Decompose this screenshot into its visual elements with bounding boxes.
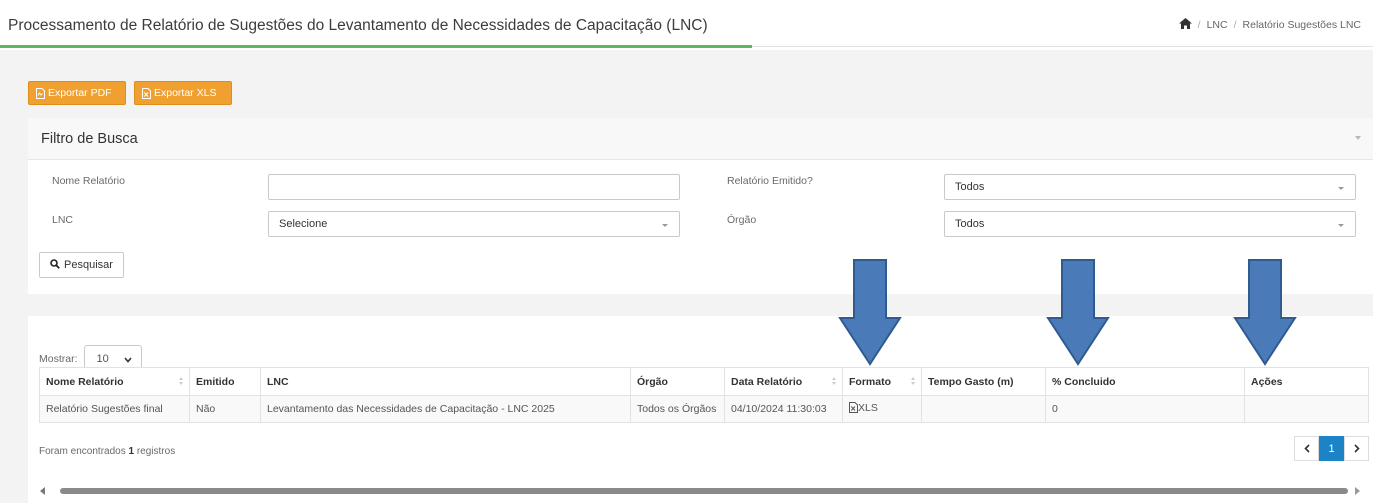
scrollbar-thumb[interactable] — [60, 488, 1348, 494]
export-pdf-button[interactable]: Exportar PDF — [28, 81, 126, 105]
column-header-formato[interactable]: Formato — [842, 367, 922, 396]
chevron-down-icon — [1338, 224, 1344, 227]
cell-acoes — [1244, 395, 1369, 423]
cell-emitido: Não — [189, 395, 261, 423]
sort-icon — [179, 377, 184, 387]
lnc-label: LNC — [52, 214, 74, 226]
collapse-caret-icon[interactable] — [1355, 136, 1361, 140]
orgao-select-value: Todos — [955, 218, 985, 230]
cell-lnc: Levantamento das Necessidades de Capacit… — [260, 395, 631, 423]
cell-concluido: 0 — [1045, 395, 1245, 423]
chevron-down-icon — [123, 354, 132, 366]
orgao-label: Órgão — [727, 214, 757, 226]
previous-page-button[interactable] — [1294, 436, 1319, 461]
chevron-down-icon — [1338, 187, 1344, 190]
emitido-label: Relatório Emitido? — [727, 175, 813, 187]
down-arrow-icon — [838, 259, 902, 366]
top-bar: Processamento de Relatório de Sugestões … — [0, 0, 1373, 50]
nome-relatorio-label: Nome Relatório — [52, 175, 125, 187]
divider — [752, 46, 1373, 47]
column-header-concluido[interactable]: % Concluido — [1045, 367, 1245, 396]
page-title: Processamento de Relatório de Sugestões … — [8, 17, 708, 34]
records-info: Foram encontrados 1 registros — [39, 446, 176, 457]
breadcrumb: / LNC / Relatório Sugestões LNC — [1178, 18, 1361, 32]
cell-tempo — [921, 395, 1046, 423]
column-header-orgao[interactable]: Órgão — [630, 367, 725, 396]
search-button-label: Pesquisar — [64, 259, 113, 271]
results-table: Nome Relatório Emitido LNC Órgão Data Re… — [39, 367, 1369, 423]
search-icon — [50, 258, 60, 272]
nome-relatorio-input[interactable] — [268, 174, 680, 200]
title-underline — [0, 45, 752, 48]
column-header-lnc[interactable]: LNC — [260, 367, 631, 396]
breadcrumb-item-relatorio: Relatório Sugestões LNC — [1242, 19, 1361, 31]
column-header-emitido[interactable]: Emitido — [189, 367, 261, 396]
scroll-right-icon[interactable] — [1355, 487, 1360, 495]
cell-nome: Relatório Sugestões final — [39, 395, 190, 423]
records-count: 1 — [128, 446, 135, 457]
chevron-down-icon — [662, 224, 668, 227]
emitido-select-value: Todos — [955, 181, 985, 193]
file-excel-icon — [142, 87, 151, 99]
cell-formato-label: XLS — [858, 402, 878, 414]
lnc-select-value: Selecione — [279, 218, 328, 230]
scroll-left-icon[interactable] — [40, 487, 45, 495]
sort-icon — [832, 377, 837, 387]
table-row: Relatório Sugestões final Não Levantamen… — [39, 395, 1369, 423]
export-pdf-label: Exportar PDF — [48, 87, 112, 99]
chevron-left-icon — [1303, 444, 1310, 453]
export-xls-button[interactable]: Exportar XLS — [134, 81, 232, 105]
horizontal-scrollbar[interactable] — [36, 485, 1366, 497]
breadcrumb-item-lnc[interactable]: LNC — [1207, 19, 1228, 31]
filter-panel: Filtro de Busca Nome Relatório LNC Selec… — [28, 118, 1373, 294]
column-header-tempo-gasto[interactable]: Tempo Gasto (m) — [921, 367, 1046, 396]
results-panel: Mostrar: 10 Nome Relatório Emitido LNC Ó… — [28, 316, 1373, 503]
column-header-acoes: Ações — [1244, 367, 1369, 396]
next-page-button[interactable] — [1344, 436, 1369, 461]
table-header-row: Nome Relatório Emitido LNC Órgão Data Re… — [39, 367, 1369, 396]
filter-panel-heading[interactable]: Filtro de Busca — [28, 118, 1373, 160]
cell-data: 04/10/2024 11:30:03 — [724, 395, 843, 423]
home-icon[interactable] — [1178, 18, 1192, 32]
cell-formato[interactable]: XLS — [842, 395, 922, 423]
file-excel-icon — [849, 402, 858, 416]
sort-icon — [911, 377, 916, 387]
file-pdf-icon — [36, 87, 45, 99]
down-arrow-icon — [1046, 259, 1110, 366]
breadcrumb-separator: / — [1233, 19, 1237, 31]
column-header-data-relatorio[interactable]: Data Relatório — [724, 367, 843, 396]
page-button[interactable]: 1 — [1319, 436, 1344, 461]
pagination: 1 — [1294, 436, 1369, 461]
search-button[interactable]: Pesquisar — [39, 252, 124, 278]
down-arrow-icon — [1233, 259, 1297, 366]
column-header-nome-relatorio[interactable]: Nome Relatório — [39, 367, 190, 396]
cell-orgao: Todos os Órgãos — [630, 395, 725, 423]
export-xls-label: Exportar XLS — [154, 87, 217, 99]
page-length-label: Mostrar: — [39, 353, 78, 365]
chevron-right-icon — [1353, 444, 1360, 453]
orgao-select[interactable]: Todos — [944, 211, 1356, 237]
breadcrumb-separator: / — [1197, 19, 1201, 31]
lnc-select[interactable]: Selecione — [268, 211, 680, 237]
emitido-select[interactable]: Todos — [944, 174, 1356, 200]
filter-title: Filtro de Busca — [41, 131, 138, 147]
page-length-value: 10 — [96, 353, 109, 365]
